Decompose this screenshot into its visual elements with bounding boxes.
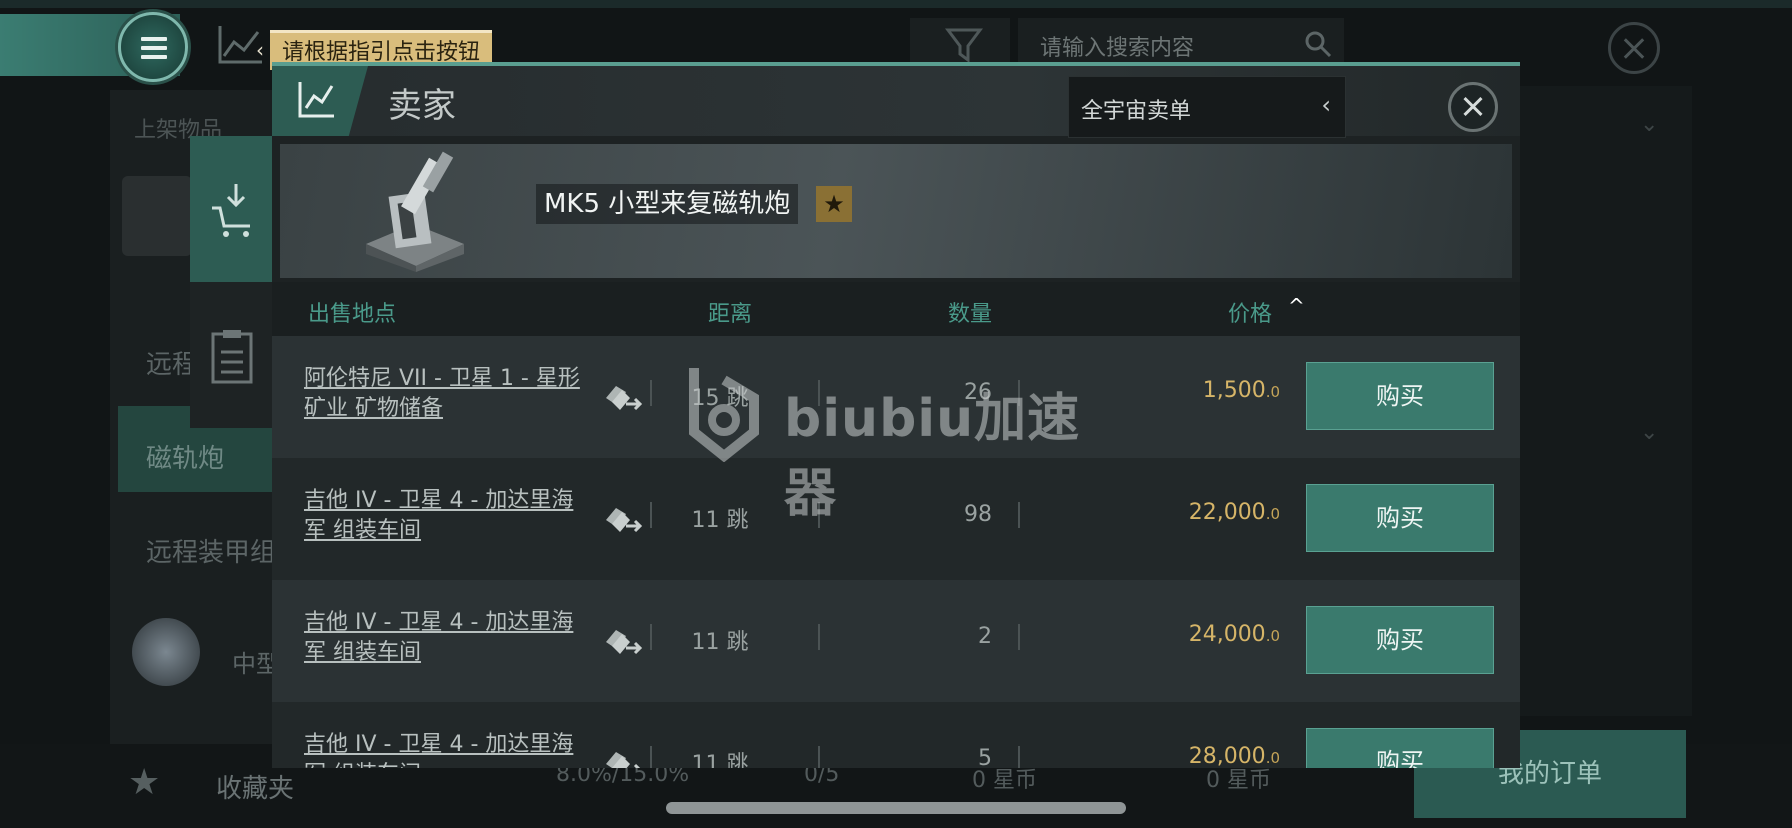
search-input[interactable]: 请输入搜索内容 [1040, 30, 1194, 62]
column-divider [650, 380, 652, 406]
table-row: 阿伦特尼 VII - 卫星 1 - 星形矿业 矿物储备 15 跳 26 1,50… [272, 336, 1520, 458]
quantity-value: 5 [978, 746, 992, 768]
railgun-item-image [366, 151, 464, 272]
favorite-star-icon[interactable]: ★ [816, 186, 852, 222]
buy-button[interactable]: 购买 [1306, 362, 1494, 430]
column-divider [1018, 502, 1020, 528]
chevron-down-icon[interactable]: ⌄ [1640, 420, 1658, 445]
column-header-location[interactable]: 出售地点 [308, 296, 396, 328]
column-divider [650, 746, 652, 768]
star-icon: ★ [128, 762, 161, 803]
column-header-price[interactable]: 价格 [1228, 296, 1272, 328]
autopilot-route-icon[interactable] [602, 376, 644, 416]
sidebar-item-thumb[interactable] [122, 176, 192, 256]
right-panel [1520, 86, 1692, 716]
price-decimal: .0 [1265, 627, 1280, 645]
favorites-label[interactable]: 收藏夹 [216, 768, 294, 805]
price-integer: 24,000 [1188, 622, 1266, 647]
table-row: 吉他 IV - 卫星 4 - 加达里海军 组装车间 11 跳 98 22,000… [272, 458, 1520, 580]
modal-title-badge [272, 66, 368, 136]
distance-value: 11 跳 [691, 630, 749, 655]
price-integer: 1,500 [1202, 378, 1266, 403]
table-header: 出售地点 距离 数量 价格 ^ [272, 282, 1520, 336]
column-divider [818, 624, 820, 650]
menu-icon [141, 37, 167, 59]
item-banner: MK5 小型来复磁轨炮 ★ [280, 144, 1512, 278]
buy-button[interactable]: 购买 [1306, 728, 1494, 768]
sellers-modal: 卖家 全宇宙卖单 ‹ MK5 小型来复磁轨炮 ★ 出售地点 距离 数量 价格 ^… [272, 62, 1520, 768]
price-decimal: .0 [1265, 383, 1280, 401]
filter-icon [945, 28, 983, 63]
quantity-value: 2 [978, 624, 992, 649]
sell-location-link[interactable]: 吉他 IV - 卫星 4 - 加达里海军 组装车间 [304, 608, 594, 668]
item-name-box: MK5 小型来复磁轨炮 [536, 184, 799, 224]
distance-value: 15 跳 [691, 386, 749, 411]
tab-buy[interactable] [190, 136, 274, 282]
chart-icon [298, 82, 334, 118]
column-divider [1018, 624, 1020, 650]
column-divider [818, 380, 820, 406]
autopilot-route-icon[interactable] [602, 620, 644, 660]
column-divider [818, 746, 820, 768]
column-divider [650, 624, 652, 650]
table-row: 吉他 IV - 卫星 4 - 加达里海军 组装车间 11 跳 2 24,000.… [272, 580, 1520, 702]
column-header-quantity[interactable]: 数量 [948, 296, 992, 328]
search-icon[interactable] [1304, 30, 1332, 58]
price-integer: 22,000 [1188, 500, 1266, 525]
chevron-left-icon: ‹ [256, 38, 264, 62]
modal-header: 卖家 全宇宙卖单 ‹ [272, 66, 1520, 138]
main-menu-button[interactable] [118, 12, 188, 82]
clipboard-icon [211, 330, 253, 384]
item-name: MK5 小型来复磁轨炮 [544, 189, 791, 219]
price-value: 1,500.0 [1112, 378, 1280, 403]
price-integer: 28,000 [1188, 744, 1266, 768]
scope-selected-value: 全宇宙卖单 [1081, 99, 1192, 124]
chevron-down-icon[interactable]: ⌄ [1640, 112, 1658, 137]
modal-title: 卖家 [388, 86, 456, 126]
top-strip [0, 0, 1792, 8]
cart-download-icon [212, 184, 250, 237]
modal-close-button[interactable] [1448, 82, 1498, 132]
buy-button[interactable]: 购买 [1306, 606, 1494, 674]
sidebar-item-railgun[interactable]: 磁轨炮 [146, 438, 224, 475]
quantity-value: 26 [964, 380, 992, 405]
column-divider [650, 502, 652, 528]
tab-orders[interactable] [190, 282, 274, 428]
price-value: 24,000.0 [1112, 622, 1280, 647]
column-divider [818, 502, 820, 528]
price-decimal: .0 [1265, 505, 1280, 523]
sort-ascending-icon[interactable]: ^ [1288, 294, 1305, 318]
sell-location-link[interactable]: 吉他 IV - 卫星 4 - 加达里海军 组装车间 [304, 730, 594, 768]
price-value: 28,000.0 [1112, 744, 1280, 768]
home-indicator[interactable] [666, 802, 1126, 814]
column-divider [1018, 746, 1020, 768]
distance-value: 11 跳 [691, 752, 749, 768]
window-close-button[interactable] [1608, 22, 1660, 74]
column-header-distance[interactable]: 距离 [708, 296, 752, 328]
sidebar-item-remote-armor[interactable]: 远程装甲组 [146, 532, 276, 569]
chevron-left-icon: ‹ [1321, 91, 1331, 119]
autopilot-route-icon[interactable] [602, 498, 644, 538]
filter-button[interactable] [910, 18, 1010, 68]
sell-location-link[interactable]: 吉他 IV - 卫星 4 - 加达里海军 组装车间 [304, 486, 594, 546]
distance-value: 11 跳 [691, 508, 749, 533]
autopilot-route-icon[interactable] [602, 742, 644, 768]
table-row: 吉他 IV - 卫星 4 - 加达里海军 组装车间 11 跳 5 28,000.… [272, 702, 1520, 768]
column-divider [1018, 380, 1020, 406]
price-decimal: .0 [1265, 749, 1280, 767]
price-value: 22,000.0 [1112, 500, 1280, 525]
sell-location-link[interactable]: 阿伦特尼 VII - 卫星 1 - 星形矿业 矿物储备 [304, 364, 594, 424]
buy-button[interactable]: 购买 [1306, 484, 1494, 552]
sidebar-item-orb-icon [132, 618, 200, 686]
scope-dropdown[interactable]: 全宇宙卖单 ‹ [1068, 76, 1346, 138]
quantity-value: 98 [964, 502, 992, 527]
